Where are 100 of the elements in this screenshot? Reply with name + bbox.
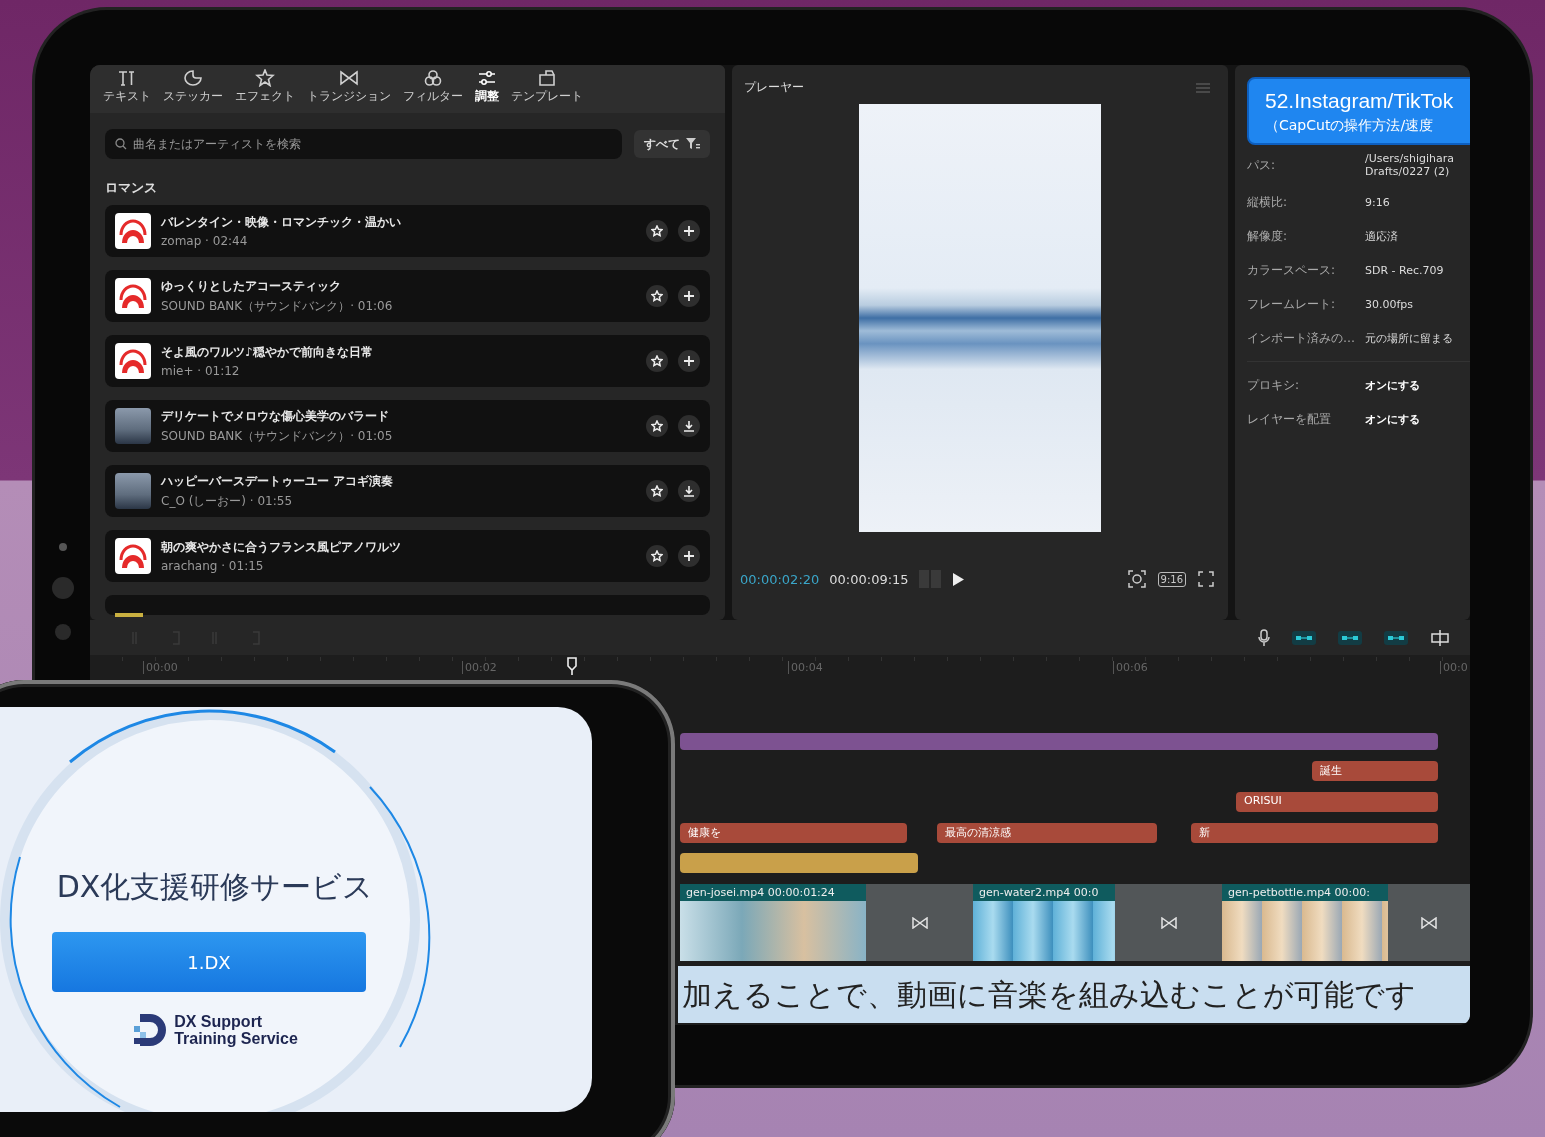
sticker-icon [183, 69, 203, 87]
fullscreen-button[interactable] [1196, 569, 1216, 589]
track-title: バレンタイン・映像・ロマンチック・温かい [161, 214, 402, 231]
track-meta: arachang · 01:15 [161, 559, 265, 573]
course-button[interactable]: 1.DX [52, 932, 366, 992]
text-clip[interactable]: ORISUI [1236, 792, 1438, 812]
tool-tab[interactable]: テキスト [100, 69, 154, 109]
favorite-button[interactable] [646, 480, 668, 502]
track-row[interactable] [105, 595, 710, 615]
link-icon [1292, 630, 1316, 645]
track-row[interactable]: ハッピーバースデートゥーユー アコギ演奏 C_O (しーおー) · 01:55 [105, 465, 710, 517]
star-icon [651, 485, 663, 497]
transition-marker[interactable] [866, 884, 973, 961]
text-clip[interactable]: 健康を [680, 823, 907, 843]
detail-value: 30.00fps [1365, 297, 1414, 311]
star-icon [651, 355, 663, 367]
download-button[interactable] [678, 480, 700, 502]
search-icon [115, 138, 127, 150]
caption-text: 加えることで、動画に音楽を組み込むことが可能です [678, 966, 1470, 1023]
filter-button[interactable]: すべて [634, 130, 710, 158]
track-row[interactable]: バレンタイン・映像・ロマンチック・温かい zomap · 02:44 [105, 205, 710, 257]
effect-clip[interactable] [680, 853, 918, 873]
track-meta: SOUND BANK（サウンドバンク）· 01:05 [161, 427, 394, 445]
tool-tab[interactable]: 調整 [472, 69, 502, 109]
effect-icon [255, 69, 275, 87]
text-icon [117, 69, 137, 87]
add-button[interactable] [678, 285, 700, 307]
playhead-icon[interactable] [566, 657, 578, 675]
add-button[interactable] [678, 220, 700, 242]
favorite-button[interactable] [646, 545, 668, 567]
video-clip[interactable]: gen-josei.mp4 00:00:01:24 [680, 884, 866, 961]
plus-icon [684, 551, 694, 561]
detail-label: カラースペース: [1247, 261, 1337, 279]
ruler-label: 00:04 [788, 661, 823, 674]
detail-value: 適応済 [1365, 228, 1398, 244]
track-row[interactable]: 朝の爽やかさに合うフランス風ピアノワルツ arachang · 01:15 [105, 530, 710, 582]
plus-icon [684, 291, 694, 301]
favorite-button[interactable] [646, 285, 668, 307]
text-clip[interactable]: 最高の清涼感 [937, 823, 1157, 843]
bowtie-icon [911, 916, 928, 929]
adjust-icon [477, 69, 497, 87]
track-title: そよ風のワルツ♪穏やかで前向きな日常 [161, 344, 374, 361]
ruler-label: 00:02 [462, 661, 497, 674]
search-field[interactable]: 曲名またはアーティストを検索 [105, 129, 622, 159]
tool-tab[interactable]: フィルター [400, 69, 466, 109]
tool-tab[interactable]: エフェクト [232, 69, 298, 109]
video-clip[interactable]: gen-water2.mp4 00:0 [973, 884, 1115, 961]
banner-title: 52.Instagram/TikTok [1265, 89, 1455, 113]
dx-logo-icon [132, 1012, 169, 1048]
fullscreen-icon [1198, 571, 1214, 587]
audio-clip[interactable] [680, 733, 1438, 750]
track-row[interactable]: デリケートでメロウな傷心美学のバラード SOUND BANK（サウンドバンク）· 01:05 [105, 400, 710, 452]
text-clip[interactable]: 誕生 [1312, 761, 1438, 781]
panel-title: プレーヤー [744, 79, 804, 96]
logo-text: DX Support [174, 1013, 264, 1030]
track-meta: zomap · 02:44 [161, 234, 249, 248]
album-art-icon [115, 538, 151, 574]
video-clip[interactable]: gen-petbottle.mp4 00:00: [1222, 884, 1388, 961]
detail-value: 元の場所に留まる [1365, 330, 1453, 346]
tool-tab[interactable]: テンプレート [508, 69, 586, 109]
download-button[interactable] [678, 415, 700, 437]
filter-icon [686, 138, 700, 150]
tool-tab[interactable]: ステッカー [160, 69, 226, 109]
transition-marker[interactable] [1388, 884, 1470, 961]
track-row[interactable]: そよ風のワルツ♪穏やかで前向きな日常 mie+ · 01:12 [105, 335, 710, 387]
add-button[interactable] [678, 350, 700, 372]
photo-placeholder [115, 408, 151, 444]
ruler-label: 00:06 [1113, 661, 1148, 674]
track-meta: SOUND BANK（サウンドバンク）· 01:06 [161, 297, 394, 315]
add-button[interactable] [678, 545, 700, 567]
aspect-ratio-button[interactable]: 9:16 [1157, 571, 1186, 587]
zoom-fit-button[interactable] [1125, 568, 1148, 590]
download-icon [684, 420, 694, 432]
detail-value: /Users/shigihara [1365, 152, 1454, 165]
track-meta: mie+ · 01:12 [161, 364, 241, 378]
play-button[interactable] [950, 570, 966, 588]
download-icon [684, 485, 694, 497]
bowtie-icon [1160, 916, 1177, 929]
track-title: 朝の爽やかさに合うフランス風ピアノワルツ [161, 539, 402, 556]
favorite-button[interactable] [646, 350, 668, 372]
play-icon [952, 572, 964, 586]
track-title: ハッピーバースデートゥーユー アコギ演奏 [161, 472, 395, 490]
current-time: 00:00:02:20 [740, 571, 820, 587]
detail-value: Drafts/0227 (2) [1365, 165, 1451, 178]
plus-icon [684, 356, 694, 366]
favorite-button[interactable] [646, 220, 668, 242]
transition-marker[interactable] [1115, 884, 1222, 961]
transition-icon [339, 69, 359, 87]
track-row[interactable]: ゆっくりとしたアコースティック SOUND BANK（サウンドバンク）· 01:06 [105, 270, 710, 322]
duration-time: 00:00:09:15 [829, 571, 909, 587]
track-meta: C_O (しーおー) · 01:55 [161, 492, 294, 510]
ruler-label: 00:0 [1440, 661, 1468, 674]
star-icon [651, 550, 663, 562]
detail-label: インポート済みの… [1247, 329, 1356, 347]
tool-tab[interactable]: トランジション [304, 69, 394, 109]
favorite-button[interactable] [646, 415, 668, 437]
detail-label: パス: [1247, 156, 1277, 174]
text-clip[interactable]: 新 [1191, 823, 1438, 843]
banner-subtitle: （CapCutの操作方法/速度 [1265, 117, 1435, 135]
link-icon [1338, 630, 1362, 645]
